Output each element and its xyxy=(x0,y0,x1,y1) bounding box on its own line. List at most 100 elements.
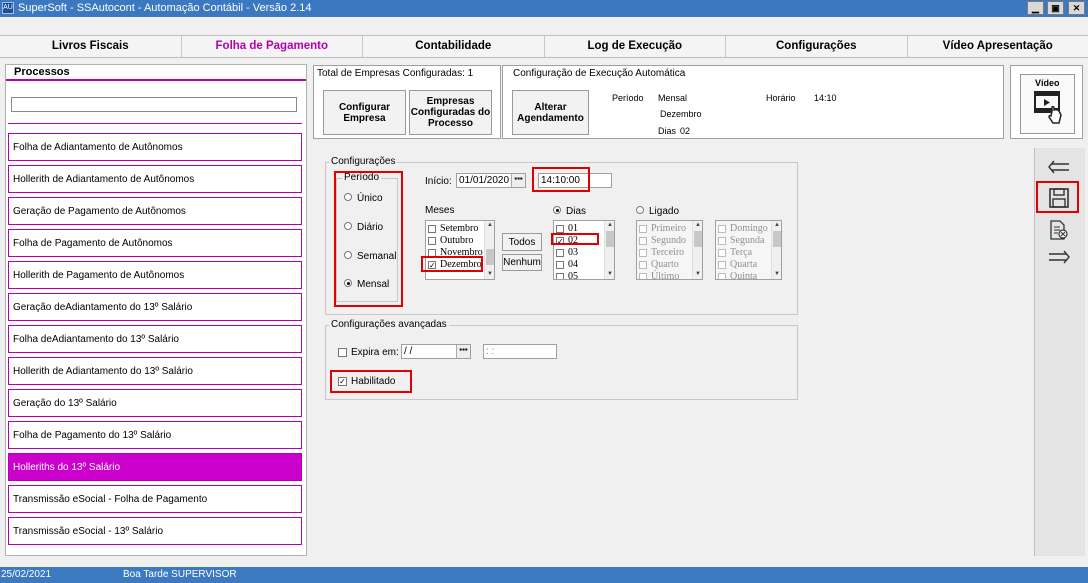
weekday-label: Quinta xyxy=(730,271,758,280)
day-05-label: 05 xyxy=(568,271,578,280)
month-outubro-checkbox[interactable] xyxy=(428,237,436,245)
scroll-up-icon: ▲ xyxy=(695,222,701,228)
process-list-item[interactable]: Folha de Pagamento de Autônomos xyxy=(8,229,302,257)
day-01-checkbox[interactable] xyxy=(556,225,564,233)
auto-execution-title: Configuração de Execução Automática xyxy=(513,68,686,79)
month-setembro-checkbox[interactable] xyxy=(428,225,436,233)
process-list-item[interactable]: Holleriths do 13º Salário xyxy=(8,453,302,481)
process-list-item[interactable]: Folha deAdiantamento do 13º Salário xyxy=(8,325,302,353)
scroll-thumb[interactable] xyxy=(606,231,614,247)
inicio-date-input[interactable]: 01/01/2020 ▪▪▪ xyxy=(456,173,526,188)
process-search-input[interactable] xyxy=(11,97,297,112)
change-schedule-button[interactable]: Alterar Agendamento xyxy=(512,90,589,135)
ordinal-checkbox xyxy=(639,225,647,233)
forward-arrow-icon[interactable] xyxy=(1047,250,1071,264)
main-menu: Livros Fiscais Folha de Pagamento Contab… xyxy=(0,35,1088,58)
window-titlebar: AU SuperSoft - SSAutocont - Automação Co… xyxy=(0,0,1088,17)
config-group-label: Configurações xyxy=(329,156,398,167)
days-scrollbar[interactable]: ▲ ▼ xyxy=(604,221,614,279)
tab-livros-fiscais[interactable]: Livros Fiscais xyxy=(0,36,182,57)
process-list-item[interactable]: Geração deAdiantamento do 13º Salário xyxy=(8,293,302,321)
process-list-item[interactable]: Hollerith de Adiantamento de Autônomos xyxy=(8,165,302,193)
inicio-label: Início: xyxy=(425,176,452,187)
process-list-item[interactable]: Geração de Pagamento de Autônomos xyxy=(8,197,302,225)
process-list-item[interactable]: Hollerith de Adiantamento do 13º Salário xyxy=(8,357,302,385)
tab-log-de-execucao[interactable]: Log de Execução xyxy=(545,36,726,57)
day-04-label: 04 xyxy=(568,259,578,270)
weekday-checkbox xyxy=(718,261,726,269)
schedule-period-value: Mensal xyxy=(658,93,688,103)
expira-checkbox[interactable] xyxy=(338,348,347,357)
process-list-item[interactable]: Hollerith de Pagamento de Autônomos xyxy=(8,261,302,289)
process-list-item[interactable]: Geração do 13º Salário xyxy=(8,389,302,417)
day-05-checkbox[interactable] xyxy=(556,273,564,279)
ordinal-checkbox xyxy=(639,273,647,279)
inicio-date-value: 01/01/2020 xyxy=(459,175,510,186)
process-list-item[interactable]: Folha de Adiantamento de Autônomos xyxy=(8,133,302,161)
schedule-time-value: 14:10 xyxy=(814,93,837,103)
minimize-button[interactable]: ▁ xyxy=(1027,1,1044,15)
status-bar: 25/02/2021 Boa Tarde SUPERVISOR xyxy=(0,567,1088,583)
schedule-month-value: Dezembro xyxy=(660,109,702,119)
tab-contabilidade[interactable]: Contabilidade xyxy=(363,36,545,57)
tab-video-apresentacao[interactable]: Vídeo Apresentação xyxy=(908,36,1088,57)
calendar-dropdown-icon[interactable]: ▪▪▪ xyxy=(511,174,525,187)
schedule-period-label: Período xyxy=(612,93,644,103)
scroll-down-icon[interactable]: ▼ xyxy=(485,270,494,279)
divider xyxy=(8,123,302,124)
video-icon xyxy=(1034,91,1062,124)
configure-company-button[interactable]: Configurar Empresa xyxy=(323,90,406,135)
day-02-highlight xyxy=(551,233,599,245)
scroll-up-icon[interactable]: ▲ xyxy=(605,221,614,230)
tab-configuracoes[interactable]: Configurações xyxy=(726,36,908,57)
back-arrow-icon[interactable] xyxy=(1047,160,1071,174)
period-highlight xyxy=(334,171,403,307)
advanced-group-label: Configurações avançadas xyxy=(329,319,449,330)
ligado-radio-label: Ligado xyxy=(649,206,680,217)
weekday-checkbox xyxy=(718,249,726,257)
days-listbox[interactable]: 01 ✓ 02 03 04 05 ▲ ▼ xyxy=(553,220,615,280)
scroll-thumb xyxy=(694,231,702,247)
process-panel: Processos Folha de Adiantamento de Autôn… xyxy=(5,64,307,556)
dias-radio-label: Dias xyxy=(566,206,587,217)
maximize-button[interactable]: ▣ xyxy=(1047,1,1064,15)
close-button[interactable]: ✕ xyxy=(1068,1,1085,15)
process-panel-header: Processos xyxy=(6,65,306,81)
months-scrollbar[interactable]: ▲ ▼ xyxy=(484,221,494,279)
day-03-label: 03 xyxy=(568,247,578,258)
scroll-down-icon[interactable]: ▼ xyxy=(605,270,614,279)
configured-companies-button[interactable]: Empresas Configuradas do Processo xyxy=(409,90,492,135)
weekday-label: Segunda xyxy=(730,235,765,246)
schedule-days-label: Dias xyxy=(658,126,677,136)
video-button[interactable]: Vídeo xyxy=(1020,74,1075,134)
day-03-checkbox[interactable] xyxy=(556,249,564,257)
ordinal-checkbox xyxy=(639,261,647,269)
tab-folha-de-pagamento[interactable]: Folha de Pagamento xyxy=(182,36,363,57)
scroll-thumb[interactable] xyxy=(486,249,494,265)
ligado-radio[interactable] xyxy=(636,206,644,214)
expira-date-input[interactable]: / / ▪▪▪ xyxy=(401,344,471,359)
calendar-dropdown-icon[interactable]: ▪▪▪ xyxy=(456,345,470,358)
time-highlight xyxy=(532,167,590,192)
expira-time-input[interactable]: : : xyxy=(483,344,557,359)
expira-date-value: / / xyxy=(404,346,413,357)
delete-document-icon[interactable] xyxy=(1048,220,1070,240)
todos-button[interactable]: Todos xyxy=(502,233,542,251)
weekday-listbox: Domingo Segunda Terça Quarta Quinta ▲ ▼ xyxy=(715,220,782,280)
ordinal-label: Último xyxy=(651,271,680,280)
scroll-up-icon[interactable]: ▲ xyxy=(485,221,494,230)
app-icon: AU xyxy=(2,2,14,14)
process-list-item[interactable]: Transmissão eSocial - 13º Salário xyxy=(8,517,302,545)
ordinal-label: Quarto xyxy=(651,259,679,270)
expira-label: Expira em: xyxy=(351,347,399,358)
process-list-item[interactable]: Transmissão eSocial - Folha de Pagamento xyxy=(8,485,302,513)
ordinal-label: Segundo xyxy=(651,235,686,246)
auto-execution-box: Configuração de Execução Automática Alte… xyxy=(502,65,1004,139)
nenhum-button[interactable]: Nenhum xyxy=(502,254,542,271)
day-04-checkbox[interactable] xyxy=(556,261,564,269)
weekday-label: Domingo xyxy=(730,223,768,234)
process-list-item[interactable]: Folha de Pagamento do 13º Salário xyxy=(8,421,302,449)
status-date: 25/02/2021 xyxy=(1,569,52,580)
dias-radio[interactable] xyxy=(553,206,561,214)
weekday-checkbox xyxy=(718,225,726,233)
